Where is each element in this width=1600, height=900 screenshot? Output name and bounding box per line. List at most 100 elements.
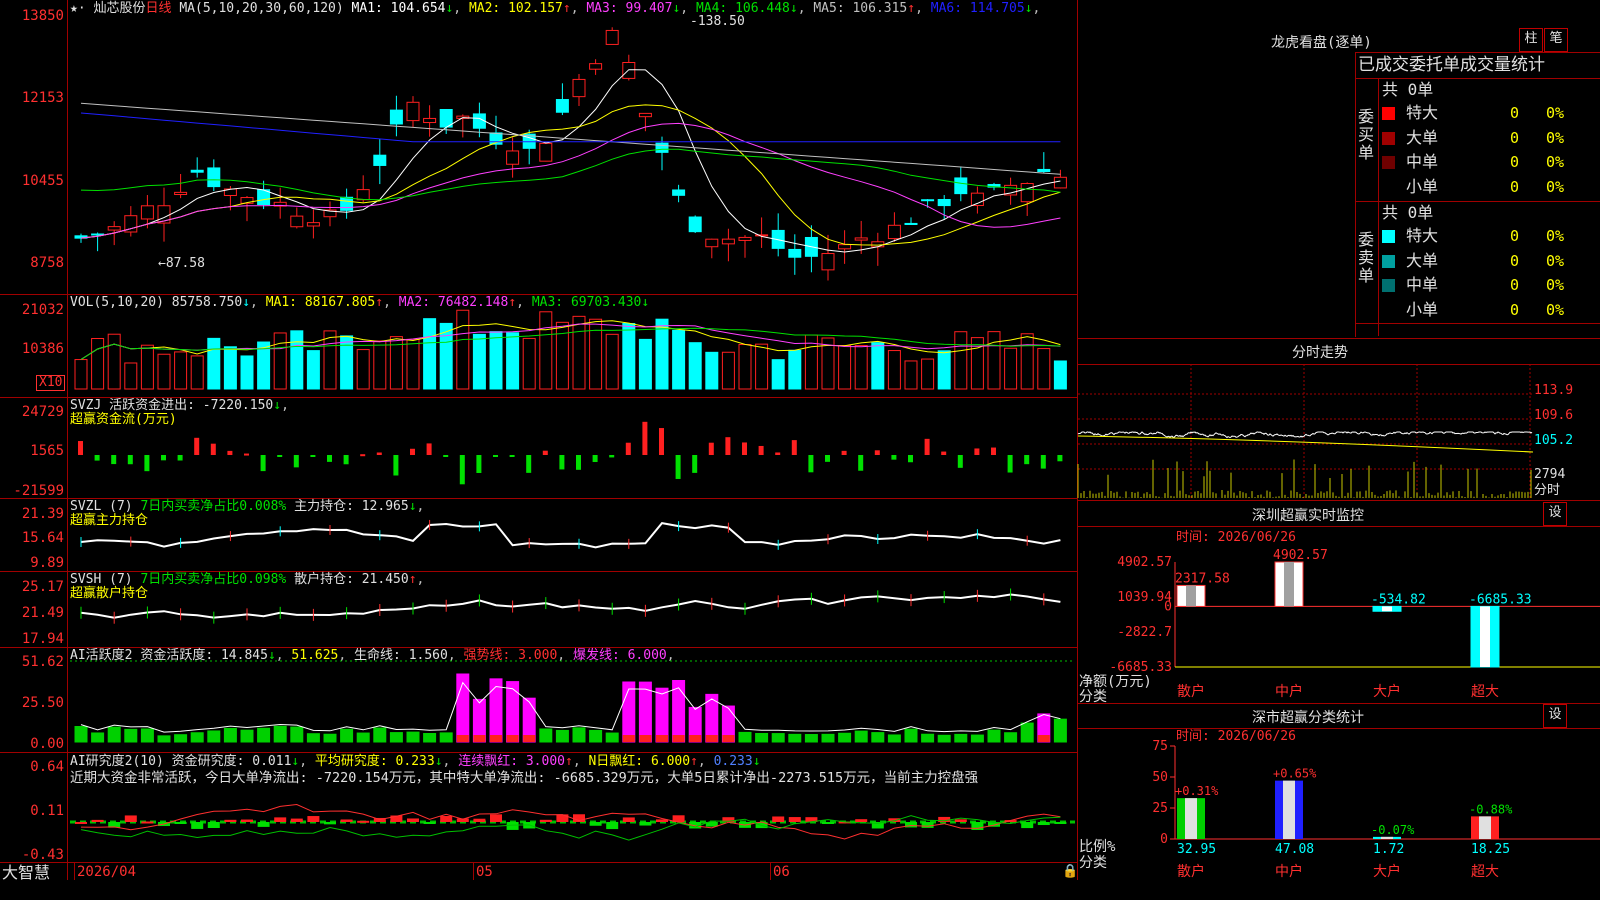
monitor-bar-label: 4902.57	[1273, 548, 1328, 563]
flow-bar	[609, 455, 615, 458]
lhb-row-value: 0	[1510, 227, 1520, 245]
research-bar	[141, 821, 154, 824]
flow-bar	[891, 455, 897, 460]
activity-bar	[489, 678, 503, 743]
app-logo[interactable]: 大智慧	[2, 864, 50, 881]
flow-bar	[443, 455, 449, 457]
volume-bar	[91, 338, 105, 390]
flow-bar	[78, 441, 83, 455]
lhb-row-value: 0	[1510, 177, 1520, 196]
activity-bar	[838, 732, 852, 743]
research-bar	[639, 822, 652, 826]
activity-bar	[306, 733, 320, 743]
activity-bar	[1020, 722, 1034, 743]
ai-activity-chart[interactable]	[0, 647, 1078, 753]
sz-monitor-chart[interactable]: 4902.571039.940-2822.7-6685.332317.58散户4…	[1078, 526, 1600, 704]
volume-bar	[838, 345, 852, 390]
stats-bar-shine	[1283, 780, 1295, 839]
stats-change-label: +0.65%	[1273, 767, 1317, 781]
volume-bar	[406, 338, 420, 390]
lhb-line	[1355, 78, 1600, 79]
volume-bar	[605, 333, 619, 390]
volume-bar	[1004, 347, 1018, 390]
activity-bar	[921, 733, 935, 743]
volume-bar	[124, 362, 138, 390]
intraday-chart[interactable]	[1077, 364, 1600, 500]
volume-bar	[987, 331, 1001, 390]
volume-bar	[423, 318, 437, 390]
date-label-2: 05	[476, 864, 493, 880]
flow-bar	[659, 428, 664, 455]
sz-stats-settings-button[interactable]: 设	[1543, 704, 1567, 728]
flow-bar	[625, 442, 631, 455]
volume-chart[interactable]	[0, 294, 1078, 398]
lhb-row-value: 0	[1510, 276, 1520, 294]
flow-bar	[775, 452, 781, 455]
flow-bar	[542, 450, 548, 455]
candle-body	[887, 224, 901, 240]
flow-bar	[957, 455, 963, 468]
activity-base	[722, 735, 735, 742]
candle-body	[1053, 176, 1067, 189]
candle-body	[572, 78, 586, 98]
activity-bar	[804, 734, 818, 743]
tick-mode-button[interactable]: 笔	[1544, 28, 1568, 52]
sz-monitor-settings-button[interactable]: 设	[1543, 502, 1567, 526]
candle-body	[688, 216, 702, 233]
svsh-chart[interactable]	[0, 571, 1078, 648]
monitor-category: 散户	[1177, 683, 1205, 700]
sz-stats-chart[interactable]: 75 50 25 0 +0.31% 32.95 散户 +0.65% 47.08 中户 -0.07% 1…	[1078, 728, 1600, 880]
volume-bar	[340, 335, 354, 390]
lhb-color-swatch	[1382, 107, 1395, 120]
volume-bar	[572, 315, 586, 390]
flow-bar	[111, 455, 117, 465]
svzj-chart[interactable]	[0, 397, 1078, 499]
svzl-chart[interactable]	[0, 498, 1078, 572]
research-bar	[855, 819, 868, 822]
ai-research-chart[interactable]	[0, 752, 1078, 863]
activity-bar	[987, 729, 1001, 743]
research-bar	[257, 822, 270, 827]
candle-body	[1037, 168, 1051, 172]
stats-bar-shine	[1185, 798, 1197, 839]
sz-monitor-top-line	[1078, 500, 1600, 501]
lhb-color-swatch	[1382, 279, 1395, 292]
bar-mode-button[interactable]: 柱	[1519, 28, 1543, 52]
flow-bar	[426, 443, 432, 455]
date-label-1: 2026/04	[77, 864, 137, 880]
candlestick-chart[interactable]	[0, 0, 1078, 295]
lhb-row-pct: 0%	[1546, 227, 1565, 245]
research-bar	[274, 817, 287, 822]
stats-category: 大户	[1373, 863, 1401, 880]
research-bar	[241, 819, 253, 822]
lock-icon[interactable]: 🔒	[1062, 864, 1078, 879]
flow-bar	[692, 455, 698, 473]
volume-bar	[240, 355, 254, 390]
flow-bar	[509, 455, 515, 457]
volume-bar	[871, 342, 885, 390]
monitor-bar-label: 2317.58	[1175, 571, 1230, 586]
research-bar	[75, 821, 87, 824]
volume-bar	[688, 342, 702, 390]
volume-bar	[755, 343, 769, 390]
activity-bar	[605, 732, 619, 743]
volume-bar	[771, 359, 785, 390]
candle-body	[721, 238, 735, 245]
candle-body	[838, 244, 852, 250]
fenshi-top-line	[1078, 338, 1600, 339]
flow-bar	[127, 455, 133, 465]
lhb-row-name: 中单	[1406, 152, 1439, 171]
activity-bar	[738, 731, 752, 743]
stats-value-label: 1.72	[1373, 842, 1404, 857]
candle-body	[705, 238, 719, 248]
volume-bar	[921, 358, 935, 390]
candle-body	[340, 196, 354, 211]
lhb-row-value: 0	[1510, 251, 1520, 270]
volume-bar	[589, 318, 603, 390]
candle-body	[854, 237, 868, 241]
stats-value-label: 32.95	[1177, 842, 1216, 857]
lhb-side-col	[1378, 78, 1379, 336]
activity-base	[1037, 735, 1050, 742]
flow-bar	[360, 454, 366, 457]
volume-bar	[140, 344, 154, 390]
